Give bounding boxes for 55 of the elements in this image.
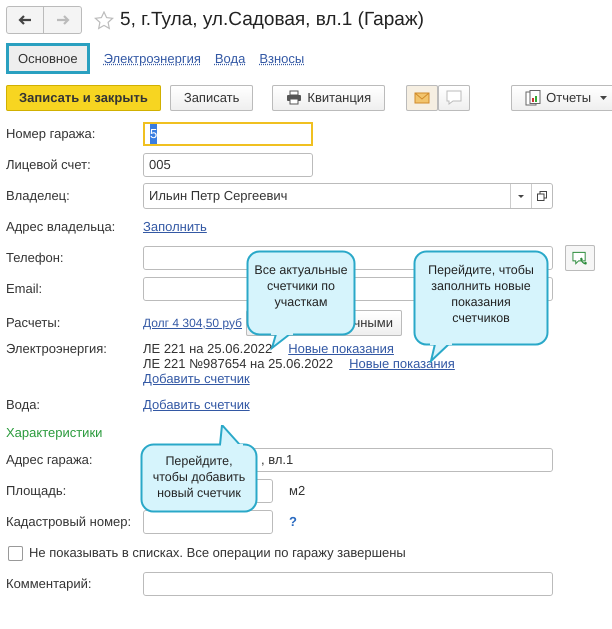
new-readings-link[interactable]: Новые показания bbox=[288, 340, 394, 356]
debt-link[interactable]: Долг 4 304,50 руб bbox=[143, 314, 242, 332]
meter-reading: ЛЕ 221 №987654 на 25.06.2022 bbox=[143, 356, 334, 370]
field-label: Адрес владельца: bbox=[6, 218, 116, 236]
back-button[interactable] bbox=[6, 6, 44, 34]
field-label: Комментарий: bbox=[6, 575, 92, 594]
window-title: 5, г.Тула, ул.Садовая, вл.1 (Гараж) bbox=[120, 8, 424, 32]
field-label: Телефон: bbox=[6, 249, 65, 268]
star-icon[interactable] bbox=[94, 10, 114, 30]
field-label: Адрес гаража: bbox=[6, 451, 94, 470]
checkbox[interactable] bbox=[8, 546, 23, 560]
add-meter-link[interactable]: Добавить счетчик bbox=[143, 396, 250, 412]
tab[interactable]: Электроэнергия bbox=[104, 48, 201, 68]
mail-button[interactable] bbox=[406, 84, 438, 110]
section-title: Характеристики bbox=[6, 424, 102, 442]
help-link[interactable]: ? bbox=[289, 512, 297, 532]
field-label: Владелец: bbox=[6, 187, 71, 206]
tab[interactable]: Взносы bbox=[259, 48, 304, 68]
caret-icon bbox=[600, 96, 608, 100]
forward-arrow-icon bbox=[54, 14, 70, 26]
save-close-button[interactable]: Записать и закрыть bbox=[6, 84, 161, 110]
input-field[interactable]: 005 bbox=[143, 153, 313, 177]
field-label: Email: bbox=[6, 280, 44, 298]
caret-icon[interactable] bbox=[518, 194, 524, 198]
checkbox-label: Не показывать в списках. Все операции по гаражу завершены bbox=[29, 544, 406, 562]
field-label: Лицевой счет: bbox=[6, 156, 92, 174]
meter-reading: ЛЕ 221 на 25.06.2022 bbox=[143, 340, 272, 356]
field-label: Кадастровый номер: bbox=[6, 513, 132, 532]
tab[interactable]: Основное bbox=[6, 42, 90, 74]
tab[interactable]: Вода bbox=[214, 48, 246, 68]
field-label: Расчеты: bbox=[6, 314, 62, 332]
field-label: Площадь: bbox=[6, 482, 68, 500]
owner-select[interactable]: Ильин Петр Сергеевич bbox=[143, 183, 553, 209]
field-label: Вода: bbox=[6, 396, 42, 412]
envelope-icon bbox=[414, 92, 430, 104]
hint-tooltip: Перейдите, чтобы добавить новый счетчик bbox=[140, 425, 258, 513]
field-label: Электроэнергия: bbox=[6, 340, 108, 356]
save-button[interactable]: Записать bbox=[170, 84, 254, 110]
phone-button[interactable] bbox=[565, 245, 595, 271]
reports-button[interactable]: Отчеты bbox=[511, 84, 612, 110]
field-label: Номер гаража: bbox=[6, 125, 96, 144]
input-field[interactable] bbox=[143, 572, 553, 596]
receipt-button[interactable]: Квитанция bbox=[272, 84, 386, 110]
phone-chat-icon bbox=[572, 250, 588, 266]
add-meter-link[interactable]: Добавить счетчик bbox=[143, 370, 250, 386]
input-field[interactable] bbox=[143, 510, 273, 534]
input-field[interactable]: 5 bbox=[143, 122, 313, 146]
open-icon[interactable] bbox=[537, 191, 547, 201]
back-arrow-icon bbox=[17, 14, 33, 26]
printer-icon bbox=[286, 90, 302, 105]
report-icon bbox=[525, 90, 542, 106]
comment-button[interactable] bbox=[438, 84, 470, 110]
fill-link[interactable]: Заполнить bbox=[143, 217, 207, 237]
speech-bubble-icon bbox=[446, 90, 462, 105]
unit-label: м2 bbox=[289, 482, 306, 500]
